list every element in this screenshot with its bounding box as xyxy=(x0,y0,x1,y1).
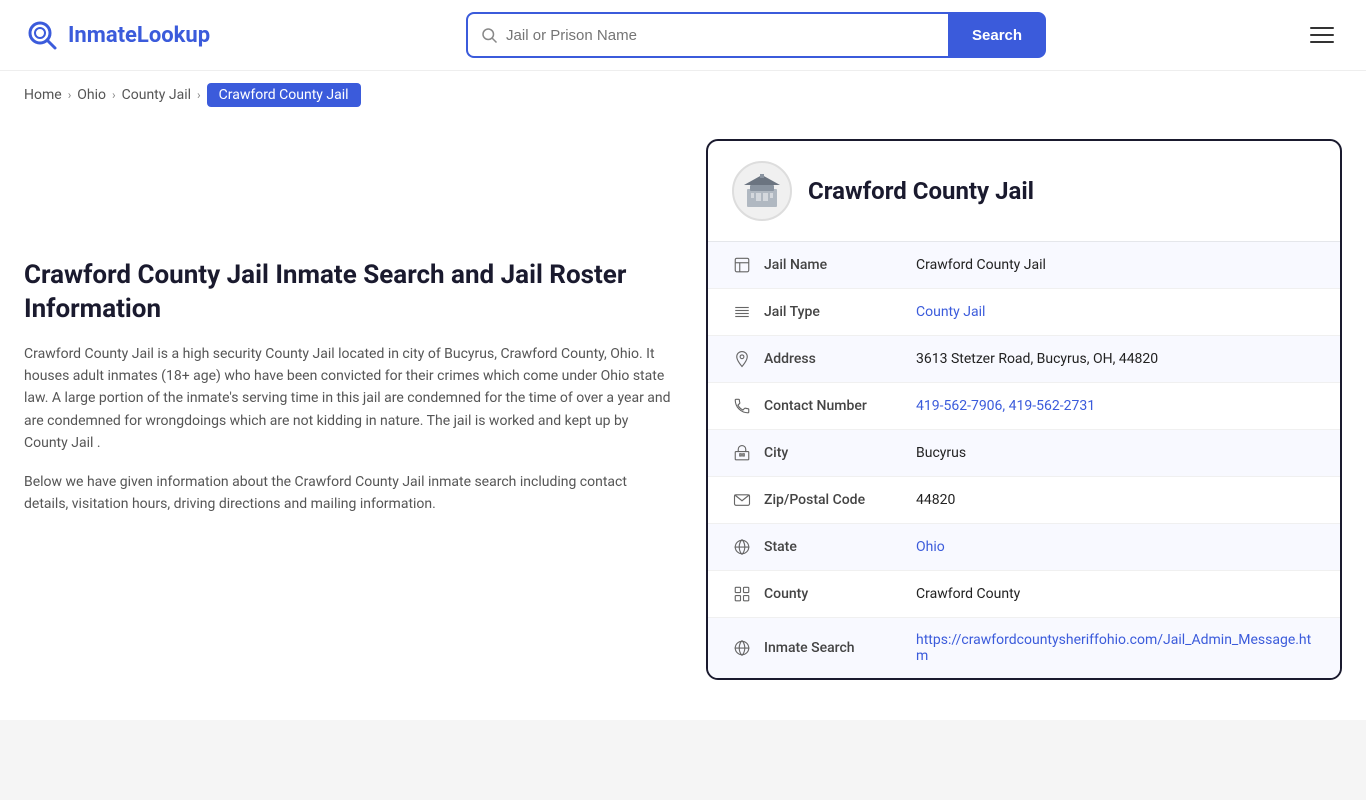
page-title: Crawford County Jail Inmate Search and J… xyxy=(24,259,674,327)
value-state: Ohio xyxy=(916,539,1320,555)
address-icon xyxy=(728,350,756,368)
breadcrumb-ohio[interactable]: Ohio xyxy=(77,87,106,103)
label-county: County xyxy=(756,586,916,602)
jail-icon xyxy=(728,256,756,274)
hamburger-line-3 xyxy=(1310,41,1334,43)
breadcrumb-current: Crawford County Jail xyxy=(207,83,361,107)
table-row: Jail Type County Jail xyxy=(708,289,1340,336)
value-contact: 419-562-7906, 419-562-2731 xyxy=(916,398,1320,414)
table-row: Zip/Postal Code 44820 xyxy=(708,477,1340,524)
table-row: City Bucyrus xyxy=(708,430,1340,477)
jail-type-link[interactable]: County Jail xyxy=(916,304,985,320)
info-table: Jail Name Crawford County Jail Jail Type… xyxy=(708,242,1340,678)
breadcrumb-county-jail[interactable]: County Jail xyxy=(122,87,191,103)
footer xyxy=(0,720,1366,800)
value-address: 3613 Stetzer Road, Bucyrus, OH, 44820 xyxy=(916,351,1320,367)
value-county: Crawford County xyxy=(916,586,1320,602)
search-button[interactable]: Search xyxy=(948,12,1046,58)
label-inmate-search: Inmate Search xyxy=(756,640,916,656)
value-jail-name: Crawford County Jail xyxy=(916,257,1320,273)
city-icon xyxy=(728,444,756,462)
value-zip: 44820 xyxy=(916,492,1320,508)
table-row: Address 3613 Stetzer Road, Bucyrus, OH, … xyxy=(708,336,1340,383)
breadcrumb-home[interactable]: Home xyxy=(24,87,62,103)
breadcrumb: Home › Ohio › County Jail › Crawford Cou… xyxy=(0,71,1366,119)
inmate-search-link[interactable]: https://crawfordcountysheriffohio.com/Ja… xyxy=(916,632,1311,664)
value-inmate-search: https://crawfordcountysheriffohio.com/Ja… xyxy=(916,632,1320,664)
breadcrumb-sep-3: › xyxy=(197,88,201,102)
right-column: Crawford County Jail Jail Name Crawford … xyxy=(706,139,1342,680)
label-state: State xyxy=(756,539,916,555)
label-address: Address xyxy=(756,351,916,367)
page-description-2: Below we have given information about th… xyxy=(24,471,674,516)
site-name: InmateLookup xyxy=(68,23,210,48)
breadcrumb-sep-2: › xyxy=(112,88,116,102)
state-link[interactable]: Ohio xyxy=(916,539,945,555)
label-jail-name: Jail Name xyxy=(756,257,916,273)
phone-icon xyxy=(728,397,756,415)
value-jail-type: County Jail xyxy=(916,304,1320,320)
table-row: Inmate Search https://crawfordcountysher… xyxy=(708,618,1340,678)
table-row: State Ohio xyxy=(708,524,1340,571)
county-icon xyxy=(728,585,756,603)
logo[interactable]: InmateLookup xyxy=(24,17,210,53)
phone-link[interactable]: 419-562-7906, 419-562-2731 xyxy=(916,398,1095,414)
hamburger-line-1 xyxy=(1310,27,1334,29)
page-description-1: Crawford County Jail is a high security … xyxy=(24,343,674,455)
table-row: County Crawford County xyxy=(708,571,1340,618)
info-card: Crawford County Jail Jail Name Crawford … xyxy=(706,139,1342,680)
logo-icon xyxy=(24,17,60,53)
facility-name: Crawford County Jail xyxy=(808,177,1034,205)
label-zip: Zip/Postal Code xyxy=(756,492,916,508)
main-content: Crawford County Jail Inmate Search and J… xyxy=(0,119,1366,700)
search-bar: Search xyxy=(466,12,1046,58)
table-row: Jail Name Crawford County Jail xyxy=(708,242,1340,289)
breadcrumb-sep-1: › xyxy=(68,88,72,102)
menu-button[interactable] xyxy=(1302,19,1342,51)
zip-icon xyxy=(728,491,756,509)
value-city: Bucyrus xyxy=(916,445,1320,461)
building-icon xyxy=(742,171,782,211)
label-jail-type: Jail Type xyxy=(756,304,916,320)
web-icon xyxy=(728,639,756,657)
type-icon xyxy=(728,303,756,321)
left-column: Crawford County Jail Inmate Search and J… xyxy=(24,139,674,680)
card-header: Crawford County Jail xyxy=(708,141,1340,242)
search-icon xyxy=(480,26,498,44)
state-icon xyxy=(728,538,756,556)
search-input[interactable] xyxy=(506,27,936,44)
label-contact: Contact Number xyxy=(756,398,916,414)
label-city: City xyxy=(756,445,916,461)
table-row: Contact Number 419-562-7906, 419-562-273… xyxy=(708,383,1340,430)
hamburger-line-2 xyxy=(1310,34,1334,36)
facility-image xyxy=(732,161,792,221)
